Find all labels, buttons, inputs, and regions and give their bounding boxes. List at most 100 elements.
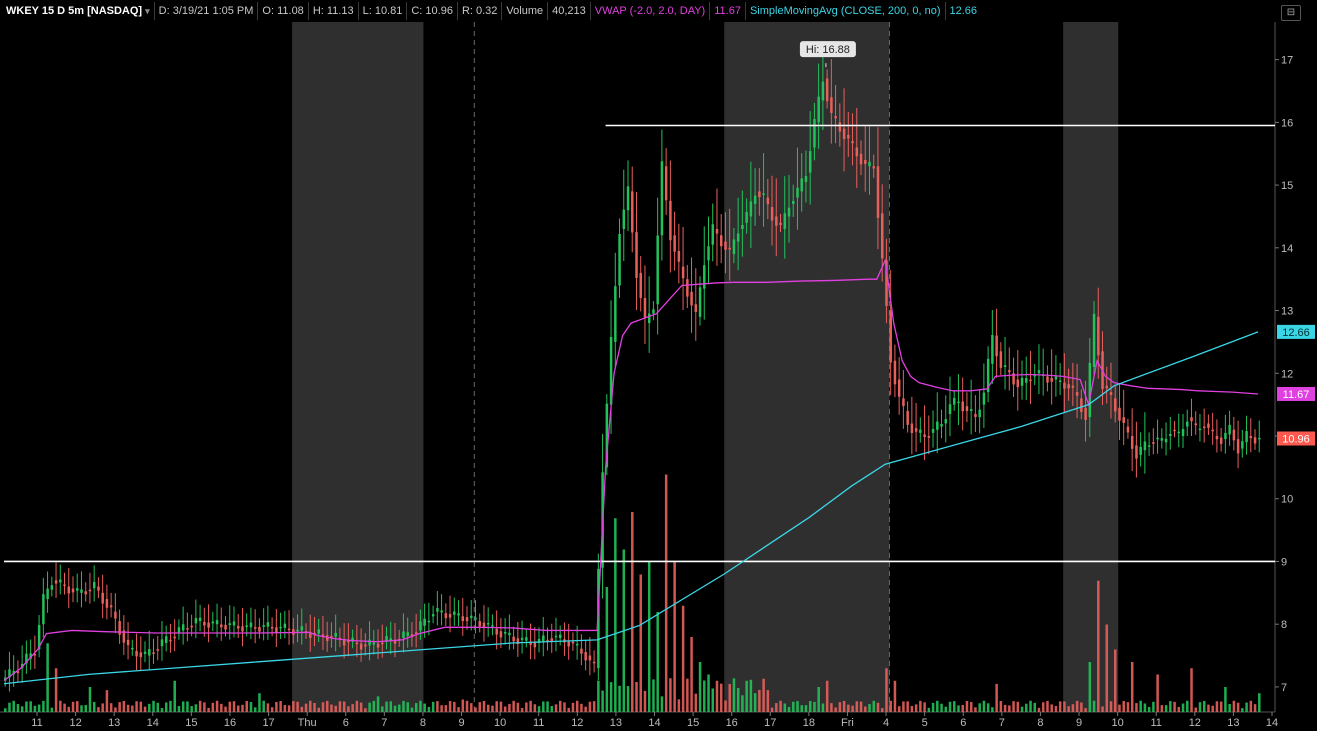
candle-body xyxy=(414,632,418,634)
time-tick-label: 13 xyxy=(1227,717,1239,729)
volume-bar xyxy=(465,700,469,712)
price-tick-label: 14 xyxy=(1281,243,1293,255)
volume-bar xyxy=(571,702,575,712)
candle-body xyxy=(262,625,265,627)
volume-bar xyxy=(287,705,291,712)
volume-bar xyxy=(580,703,583,712)
candle-body xyxy=(1202,426,1206,429)
candle-body xyxy=(67,586,71,594)
volume-bar xyxy=(1143,703,1147,712)
candle-body xyxy=(592,661,596,664)
volume-bar xyxy=(198,700,202,712)
volume-bar xyxy=(588,701,592,712)
volume-bar xyxy=(20,706,24,712)
volume-bar xyxy=(673,562,676,712)
candle-body xyxy=(647,313,651,324)
candle-body xyxy=(554,635,558,638)
candle-body xyxy=(321,634,325,636)
candle-body xyxy=(580,648,583,654)
candle-body xyxy=(220,624,223,628)
volume-bar xyxy=(1114,649,1117,712)
candle-body xyxy=(525,637,528,641)
candle-body xyxy=(46,588,49,600)
volume-bar xyxy=(283,704,287,712)
candle-body xyxy=(245,625,248,627)
candle-body xyxy=(169,639,172,642)
candle-body xyxy=(1067,384,1070,389)
candle-body xyxy=(838,122,842,132)
candle-body xyxy=(241,626,244,632)
candle-body xyxy=(927,436,931,438)
candle-body xyxy=(1135,445,1138,459)
volume-bar xyxy=(1152,701,1155,712)
candle-body xyxy=(275,627,278,633)
candle-body xyxy=(766,197,770,205)
candle-body xyxy=(825,78,829,102)
candle-body xyxy=(478,621,482,627)
volume-bar xyxy=(385,701,388,712)
price-badge-label-vwap: 11.67 xyxy=(1283,389,1310,401)
volume-bar xyxy=(1207,704,1210,712)
candle-body xyxy=(444,613,448,619)
volume-bar xyxy=(474,707,477,712)
volume-bar xyxy=(669,678,672,712)
volume-bar xyxy=(215,700,219,712)
volume-bar xyxy=(597,680,600,712)
candle-body xyxy=(965,406,969,411)
candle-body xyxy=(961,401,964,412)
volume-bar xyxy=(50,707,54,712)
candle-body xyxy=(872,166,876,169)
candle-body xyxy=(719,235,723,247)
candle-body xyxy=(364,644,367,647)
candle-body xyxy=(359,643,363,650)
candle-body xyxy=(1029,379,1032,382)
volume-bar xyxy=(635,681,638,712)
price-chart[interactable]: 7 8 9 10 11 12 13 14 15 16 17 11 12 13 14 15 16 17 Thu 6 7 8 9… xyxy=(0,0,1317,731)
candle-body xyxy=(736,233,740,242)
candle-body xyxy=(673,235,676,252)
candle-body xyxy=(63,584,66,586)
volume-bar xyxy=(792,701,795,712)
time-tick-label: Fri xyxy=(841,717,854,729)
volume-bar xyxy=(368,702,371,712)
volume-bar xyxy=(601,690,604,712)
volume-bar xyxy=(575,700,579,712)
candle-body xyxy=(762,193,765,195)
volume-bar xyxy=(825,680,829,712)
volume-bar xyxy=(1186,700,1189,712)
candle-body xyxy=(783,213,787,229)
volume-bar xyxy=(207,707,210,712)
volume-bar xyxy=(1003,704,1007,712)
candle-body xyxy=(1008,370,1011,373)
volume-bar xyxy=(736,687,740,712)
volume-bar xyxy=(309,700,312,712)
volume-bar xyxy=(660,696,664,712)
candle-body xyxy=(991,334,994,364)
candle-body xyxy=(834,116,837,119)
volume-bar xyxy=(1198,702,1202,712)
candle-body xyxy=(753,195,757,204)
candle-body xyxy=(1130,436,1134,449)
volume-bar xyxy=(703,680,706,712)
candle-body xyxy=(614,286,617,342)
candle-body xyxy=(1173,429,1176,432)
candle-body xyxy=(1050,377,1053,382)
candle-body xyxy=(550,638,554,642)
candle-body xyxy=(474,617,477,620)
time-tick-label: 9 xyxy=(1076,717,1082,729)
volume-bar xyxy=(1228,703,1231,712)
volume-bar xyxy=(440,705,443,712)
candle-body xyxy=(1211,429,1214,432)
candle-body xyxy=(1245,431,1248,443)
volume-bar xyxy=(1054,705,1058,712)
candle-body xyxy=(906,410,909,425)
candle-body xyxy=(126,639,130,646)
volume-bar xyxy=(1058,701,1062,712)
volume-bar xyxy=(728,684,731,712)
volume-bar xyxy=(626,686,630,712)
candle-body xyxy=(876,166,880,218)
candle-body xyxy=(59,579,62,583)
candle-body xyxy=(859,153,863,165)
volume-bar xyxy=(872,700,876,712)
candle-body xyxy=(808,151,812,173)
